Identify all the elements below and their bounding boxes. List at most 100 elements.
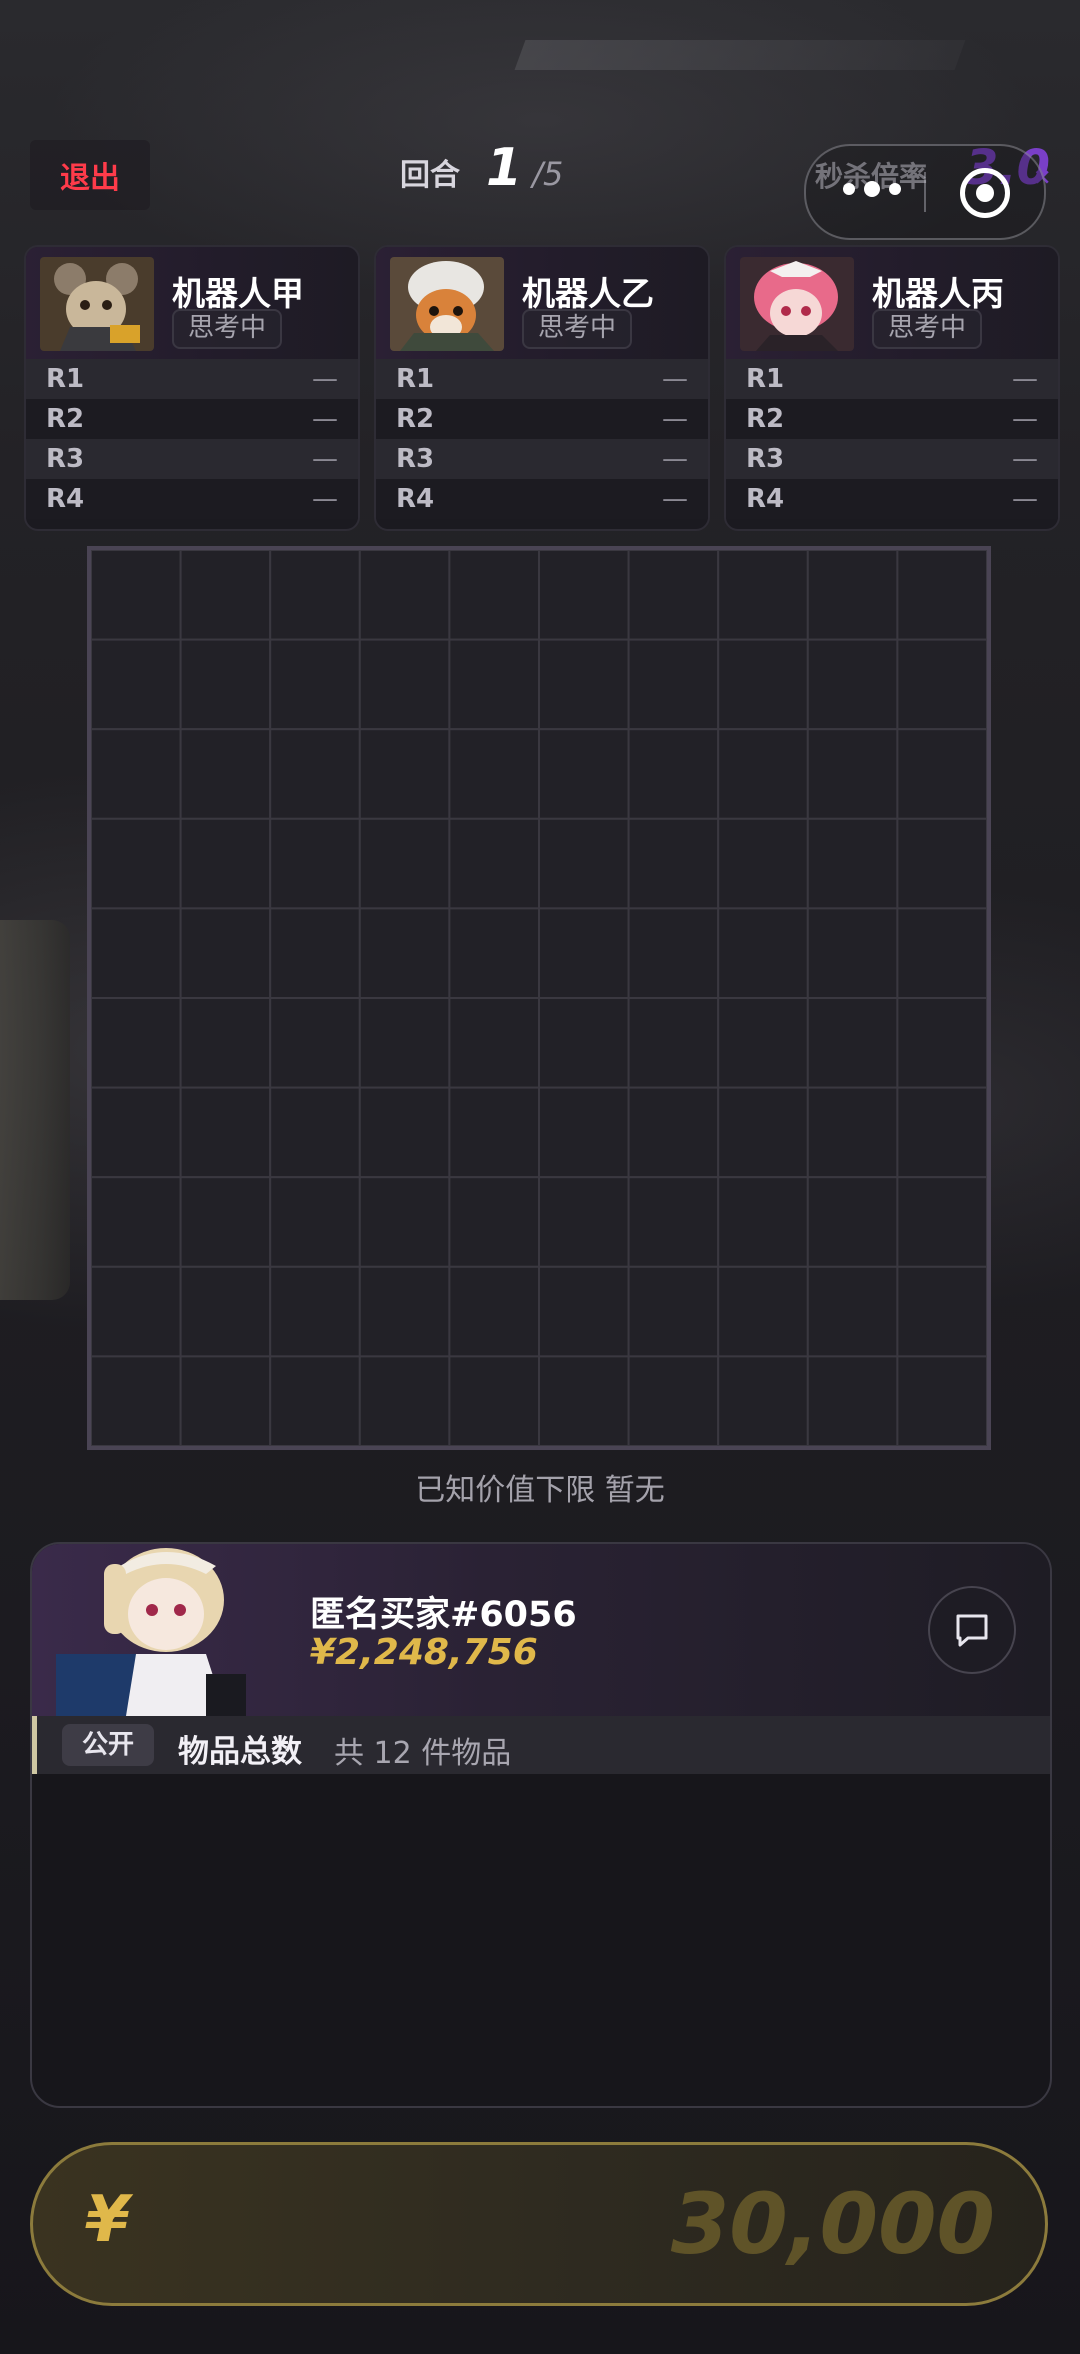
grid-cell[interactable] — [91, 638, 182, 731]
grid-cell[interactable] — [91, 1355, 182, 1446]
exit-button[interactable]: 退出 — [30, 140, 150, 210]
grid-cell[interactable] — [448, 728, 540, 820]
grid-cell[interactable] — [717, 728, 809, 820]
grid-cell[interactable] — [269, 728, 361, 820]
grid-cell[interactable] — [358, 907, 451, 999]
grid-cell[interactable] — [717, 1086, 809, 1179]
grid-cell[interactable] — [91, 550, 182, 641]
grid-cell[interactable] — [806, 1265, 899, 1358]
grid-cell[interactable] — [896, 550, 987, 641]
grid-cell[interactable] — [896, 817, 987, 910]
grid-cell[interactable] — [538, 638, 630, 731]
chat-button[interactable] — [928, 1586, 1016, 1674]
grid-cell[interactable] — [538, 907, 630, 999]
grid-cell[interactable] — [538, 1086, 630, 1179]
grid-cell[interactable] — [806, 728, 899, 820]
grid-cell[interactable] — [538, 550, 630, 641]
grid-cell[interactable] — [896, 907, 987, 999]
grid-cell[interactable] — [627, 638, 720, 731]
grid-cell[interactable] — [717, 817, 809, 910]
grid-cell[interactable] — [538, 1176, 630, 1268]
item-grid[interactable] — [87, 546, 991, 1450]
grid-cell[interactable] — [627, 1086, 720, 1179]
grid-cell[interactable] — [179, 728, 272, 820]
grid-cell[interactable] — [448, 1086, 540, 1179]
grid-cell[interactable] — [717, 907, 809, 999]
grid-cell[interactable] — [179, 1086, 272, 1179]
grid-cell[interactable] — [358, 1176, 451, 1268]
grid-cell[interactable] — [896, 1355, 987, 1446]
grid-cell[interactable] — [448, 550, 540, 641]
grid-cell[interactable] — [896, 1265, 987, 1358]
grid-cell[interactable] — [448, 638, 540, 731]
grid-cell[interactable] — [627, 1355, 720, 1446]
grid-cell[interactable] — [806, 1355, 899, 1446]
grid-cell[interactable] — [358, 997, 451, 1089]
grid-cell[interactable] — [358, 728, 451, 820]
grid-cell[interactable] — [896, 638, 987, 731]
grid-cell[interactable] — [358, 638, 451, 731]
grid-cell[interactable] — [269, 817, 361, 910]
grid-cell[interactable] — [179, 1265, 272, 1358]
grid-cell[interactable] — [179, 907, 272, 999]
grid-cell[interactable] — [179, 638, 272, 731]
grid-cell[interactable] — [627, 728, 720, 820]
grid-cell[interactable] — [806, 907, 899, 999]
grid-cell[interactable] — [806, 997, 899, 1089]
grid-cell[interactable] — [91, 1086, 182, 1179]
grid-cell[interactable] — [896, 997, 987, 1089]
grid-cell[interactable] — [179, 817, 272, 910]
grid-cell[interactable] — [717, 997, 809, 1089]
grid-cell[interactable] — [179, 550, 272, 641]
grid-cell[interactable] — [627, 817, 720, 910]
grid-cell[interactable] — [269, 997, 361, 1089]
grid-cell[interactable] — [448, 1176, 540, 1268]
grid-cell[interactable] — [269, 1265, 361, 1358]
grid-cell[interactable] — [896, 728, 987, 820]
grid-cell[interactable] — [896, 1086, 987, 1179]
grid-cell[interactable] — [627, 997, 720, 1089]
grid-cell[interactable] — [538, 997, 630, 1089]
grid-cell[interactable] — [627, 1265, 720, 1358]
bid-input[interactable]: ¥ 30,000 — [30, 2142, 1048, 2306]
grid-cell[interactable] — [179, 997, 272, 1089]
grid-cell[interactable] — [717, 1355, 809, 1446]
grid-cell[interactable] — [717, 1265, 809, 1358]
grid-cell[interactable] — [448, 1355, 540, 1446]
grid-cell[interactable] — [538, 817, 630, 910]
grid-cell[interactable] — [806, 1176, 899, 1268]
grid-cell[interactable] — [358, 1355, 451, 1446]
grid-cell[interactable] — [269, 907, 361, 999]
grid-cell[interactable] — [538, 728, 630, 820]
grid-cell[interactable] — [448, 1265, 540, 1358]
grid-cell[interactable] — [269, 550, 361, 641]
grid-cell[interactable] — [806, 817, 899, 910]
grid-cell[interactable] — [448, 817, 540, 910]
grid-cell[interactable] — [91, 907, 182, 999]
grid-cell[interactable] — [806, 1086, 899, 1179]
grid-cell[interactable] — [358, 1086, 451, 1179]
grid-cell[interactable] — [358, 550, 451, 641]
grid-cell[interactable] — [269, 1176, 361, 1268]
grid-cell[interactable] — [269, 1086, 361, 1179]
grid-cell[interactable] — [269, 638, 361, 731]
grid-cell[interactable] — [269, 1355, 361, 1446]
grid-cell[interactable] — [179, 1355, 272, 1446]
grid-cell[interactable] — [91, 817, 182, 910]
grid-cell[interactable] — [448, 997, 540, 1089]
grid-cell[interactable] — [358, 1265, 451, 1358]
grid-cell[interactable] — [717, 638, 809, 731]
close-target-icon[interactable] — [960, 168, 1010, 218]
grid-cell[interactable] — [896, 1176, 987, 1268]
grid-cell[interactable] — [538, 1265, 630, 1358]
grid-cell[interactable] — [91, 1265, 182, 1358]
grid-cell[interactable] — [538, 1355, 630, 1446]
grid-cell[interactable] — [717, 1176, 809, 1268]
more-menu-icon[interactable] — [842, 164, 902, 214]
grid-cell[interactable] — [806, 638, 899, 731]
grid-cell[interactable] — [806, 550, 899, 641]
grid-cell[interactable] — [717, 550, 809, 641]
grid-cell[interactable] — [91, 997, 182, 1089]
grid-cell[interactable] — [91, 728, 182, 820]
grid-cell[interactable] — [627, 907, 720, 999]
